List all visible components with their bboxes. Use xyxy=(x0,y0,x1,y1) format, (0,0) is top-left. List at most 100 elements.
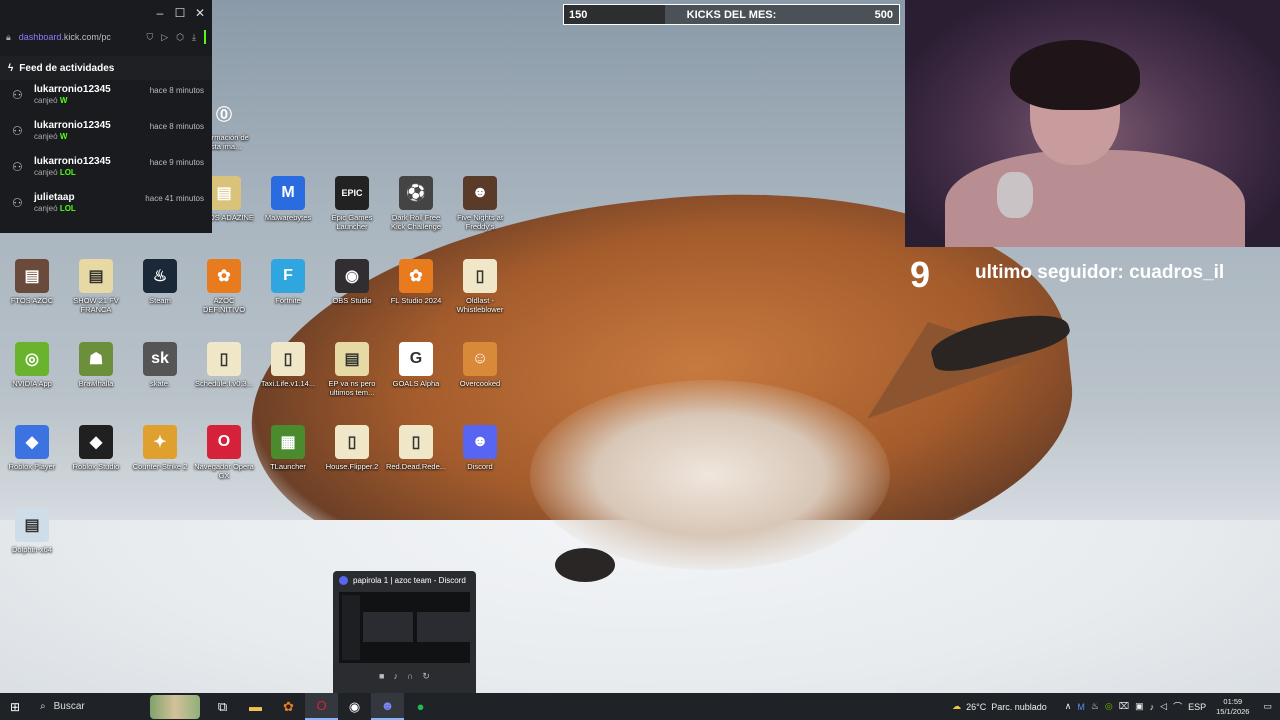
desktop-icon-label: Discord xyxy=(467,462,493,471)
desktop-icon[interactable]: O Navegador Opera GX xyxy=(192,425,256,480)
desktop-icon[interactable]: ⚽ Dark Roll Free Kick Challenge xyxy=(384,176,448,231)
search-highlight-art[interactable] xyxy=(150,694,200,719)
wallpaper-fox-face xyxy=(530,380,890,570)
desktop-icon[interactable]: ▤ EP va ns pero ultimos tem... xyxy=(320,342,384,397)
clock-time: 01:59 xyxy=(1223,696,1243,706)
play-icon[interactable]: ▷ xyxy=(161,32,168,43)
desktop-icon[interactable]: ◉ OBS Studio xyxy=(320,259,384,305)
freddy-icon: ☻ xyxy=(463,176,497,210)
desktop-icon-label: EP va ns pero ultimos tem... xyxy=(328,379,376,397)
weather-widget[interactable]: ☁ 26°C Parc. nublado xyxy=(952,701,1047,712)
windows-start-icon[interactable]: ⊞ xyxy=(0,700,30,714)
url-text[interactable]: dashboard.kick.com/pc xyxy=(19,32,139,42)
activity-action: canjeó W xyxy=(34,96,142,105)
desktop-icon-label: Counter-Strike 2 xyxy=(132,462,188,471)
webcam-person-hair xyxy=(1010,40,1140,110)
desktop-icon[interactable]: ✿ FL Studio 2024 xyxy=(384,259,448,305)
maximize-icon[interactable]: ☐ xyxy=(174,6,186,20)
opera-gx-icon[interactable]: O xyxy=(305,693,338,720)
desktop-icon[interactable]: ◆ Roblox Studio xyxy=(64,425,128,471)
preview-thumbnail[interactable] xyxy=(339,592,471,663)
clock[interactable]: 01:59 15/1/2026 xyxy=(1216,697,1249,717)
steam-tray-icon[interactable]: ♨ xyxy=(1091,701,1099,712)
desktop-icon[interactable]: EPIC Epic Games Launcher xyxy=(320,176,384,231)
microphone-tray-icon[interactable]: ♪ xyxy=(1150,702,1155,712)
activity-feed-item[interactable]: ⚇ lukarronio12345 canjeó Whace 8 minutos xyxy=(0,80,212,116)
preview-title-bar: papirola 1 | azoc team - Discord xyxy=(333,571,476,589)
desktop-icon[interactable]: ✦ Counter-Strike 2 xyxy=(128,425,192,471)
close-icon[interactable]: ✕ xyxy=(194,6,206,20)
shield-icon[interactable]: ⛉ xyxy=(146,32,153,43)
task-view-icon[interactable]: ⧉ xyxy=(206,693,239,720)
desktop-icon[interactable]: ▯ Red.Dead.Rede... xyxy=(384,425,448,471)
network-icon[interactable]: ⌒ xyxy=(1173,700,1182,713)
discord-icon[interactable]: ☻ xyxy=(371,693,404,720)
discord-window-preview[interactable]: papirola 1 | azoc team - Discord ■ ♪ ∩ ↻ xyxy=(333,571,476,693)
search-label: Buscar xyxy=(53,701,85,712)
folder-icon: ▤ xyxy=(207,176,241,210)
desktop-icon[interactable]: ▦ TLauncher xyxy=(256,425,320,471)
desktop-icon[interactable]: F Fortnite xyxy=(256,259,320,305)
file-explorer-icon[interactable]: ▬ xyxy=(239,693,272,720)
usb-icon[interactable]: ⌧ xyxy=(1119,701,1129,712)
desktop-icon-label: AZOC DEFINITIVO xyxy=(202,296,246,314)
minimize-icon[interactable]: – xyxy=(154,6,166,20)
download-icon[interactable]: ⤓ xyxy=(192,32,196,43)
desktop-icon[interactable]: ☻ Five Nights at Freddy's xyxy=(448,176,512,231)
notifications-icon[interactable]: ▭ xyxy=(1263,701,1272,712)
desktop-icon[interactable]: G GOALS Alpha xyxy=(384,342,448,388)
desktop-icon[interactable]: ☻ Discord xyxy=(448,425,512,471)
info-icon: ⓪ xyxy=(215,107,232,124)
microphone-icon[interactable]: ♪ xyxy=(393,671,398,681)
desktop-icon[interactable]: ☗ Brawlhalla xyxy=(64,342,128,388)
activity-feed-item[interactable]: ⚇ julietaap canjeó LOL hace 41 minutos xyxy=(0,188,212,224)
weather-cloud-icon: ☁ xyxy=(952,701,962,711)
file-icon: ▯ xyxy=(207,342,241,376)
leave-call-icon[interactable]: ↻ xyxy=(422,671,430,682)
volume-icon[interactable]: ◁ xyxy=(1160,701,1167,712)
nvidia-tray-icon[interactable]: ◎ xyxy=(1105,701,1113,712)
desktop-icon[interactable]: ▤ FTOS AZOC xyxy=(0,259,64,305)
activity-user[interactable]: lukarronio12345 xyxy=(34,84,142,95)
headphones-icon[interactable]: ∩ xyxy=(407,671,413,681)
activity-text: julietaap canjeó LOL xyxy=(34,192,137,213)
desktop-icon[interactable]: ▯ Taxi.Life.v1.14... xyxy=(256,342,320,388)
folder-icon: ▤ xyxy=(15,508,49,542)
obs-icon[interactable]: ◉ xyxy=(338,693,371,720)
chevron-up-icon[interactable]: ∧ xyxy=(1065,701,1072,712)
spotify-icon[interactable]: ● xyxy=(404,693,437,720)
desktop-icon-label: Red.Dead.Rede... xyxy=(385,462,447,471)
desktop-icon[interactable]: ◎ NVIDIA App xyxy=(0,342,64,388)
device-icon[interactable]: ▣ xyxy=(1135,701,1144,712)
desktop-icon[interactable]: M Malwarebytes xyxy=(256,176,320,222)
desktop-icon-label: Five Nights at Freddy's xyxy=(457,213,503,231)
address-bar[interactable]: 🔒︎ dashboard.kick.com/pc ⛉ ▷ ⬡ ⤓ xyxy=(0,26,212,48)
activity-feed-item[interactable]: ⚇ lukarronio12345 canjeó LOL hace 9 minutos xyxy=(0,152,212,188)
desktop-icon[interactable]: ▯ House.Flipper.2 xyxy=(320,425,384,471)
activity-user[interactable]: lukarronio12345 xyxy=(34,156,142,167)
activity-user[interactable]: lukarronio12345 xyxy=(34,120,142,131)
desktop-icon[interactable]: ◆ Roblox Player xyxy=(0,425,64,471)
desktop-icon[interactable]: ▤ Dolphin-x64 xyxy=(0,508,64,554)
desktop-icon[interactable]: ▤ SHOW 21 FV FRANCA xyxy=(64,259,128,314)
camera-icon[interactable]: ■ xyxy=(379,671,384,681)
extension-icon[interactable]: ⬡ xyxy=(176,32,184,43)
desktop-icon-label: Malwarebytes xyxy=(264,213,312,222)
desktop-icon[interactable]: ♨ Steam xyxy=(128,259,192,305)
stream-counter: 9 xyxy=(910,254,931,295)
desktop-icon[interactable]: sk skate. xyxy=(128,342,192,388)
fl-studio-icon[interactable]: ✿ xyxy=(272,693,305,720)
goals-icon: G xyxy=(399,342,433,376)
desktop-icon[interactable]: ☺ Overcooked xyxy=(448,342,512,388)
malwarebytes-tray-icon[interactable]: M xyxy=(1077,702,1085,712)
kick-dashboard-window[interactable]: – ☐ ✕ 🔒︎ dashboard.kick.com/pc ⛉ ▷ ⬡ ⤓ ϟ… xyxy=(0,0,212,233)
file-icon: ▯ xyxy=(271,342,305,376)
desktop-icon[interactable]: ▯ Schedule.I.v0.3... xyxy=(192,342,256,388)
language-indicator[interactable]: ESP xyxy=(1188,702,1206,712)
activity-feed-item[interactable]: ⚇ lukarronio12345 canjeó Whace 8 minutos xyxy=(0,116,212,152)
desktop-icon-label: Taxi.Life.v1.14... xyxy=(260,379,316,388)
desktop-icon[interactable]: ▯ Oldlast - Whistleblower xyxy=(448,259,512,314)
counter-strike-icon: ✦ xyxy=(143,425,177,459)
desktop-icon[interactable]: ✿ AZOC DEFINITIVO xyxy=(192,259,256,314)
activity-user[interactable]: julietaap xyxy=(34,192,137,203)
